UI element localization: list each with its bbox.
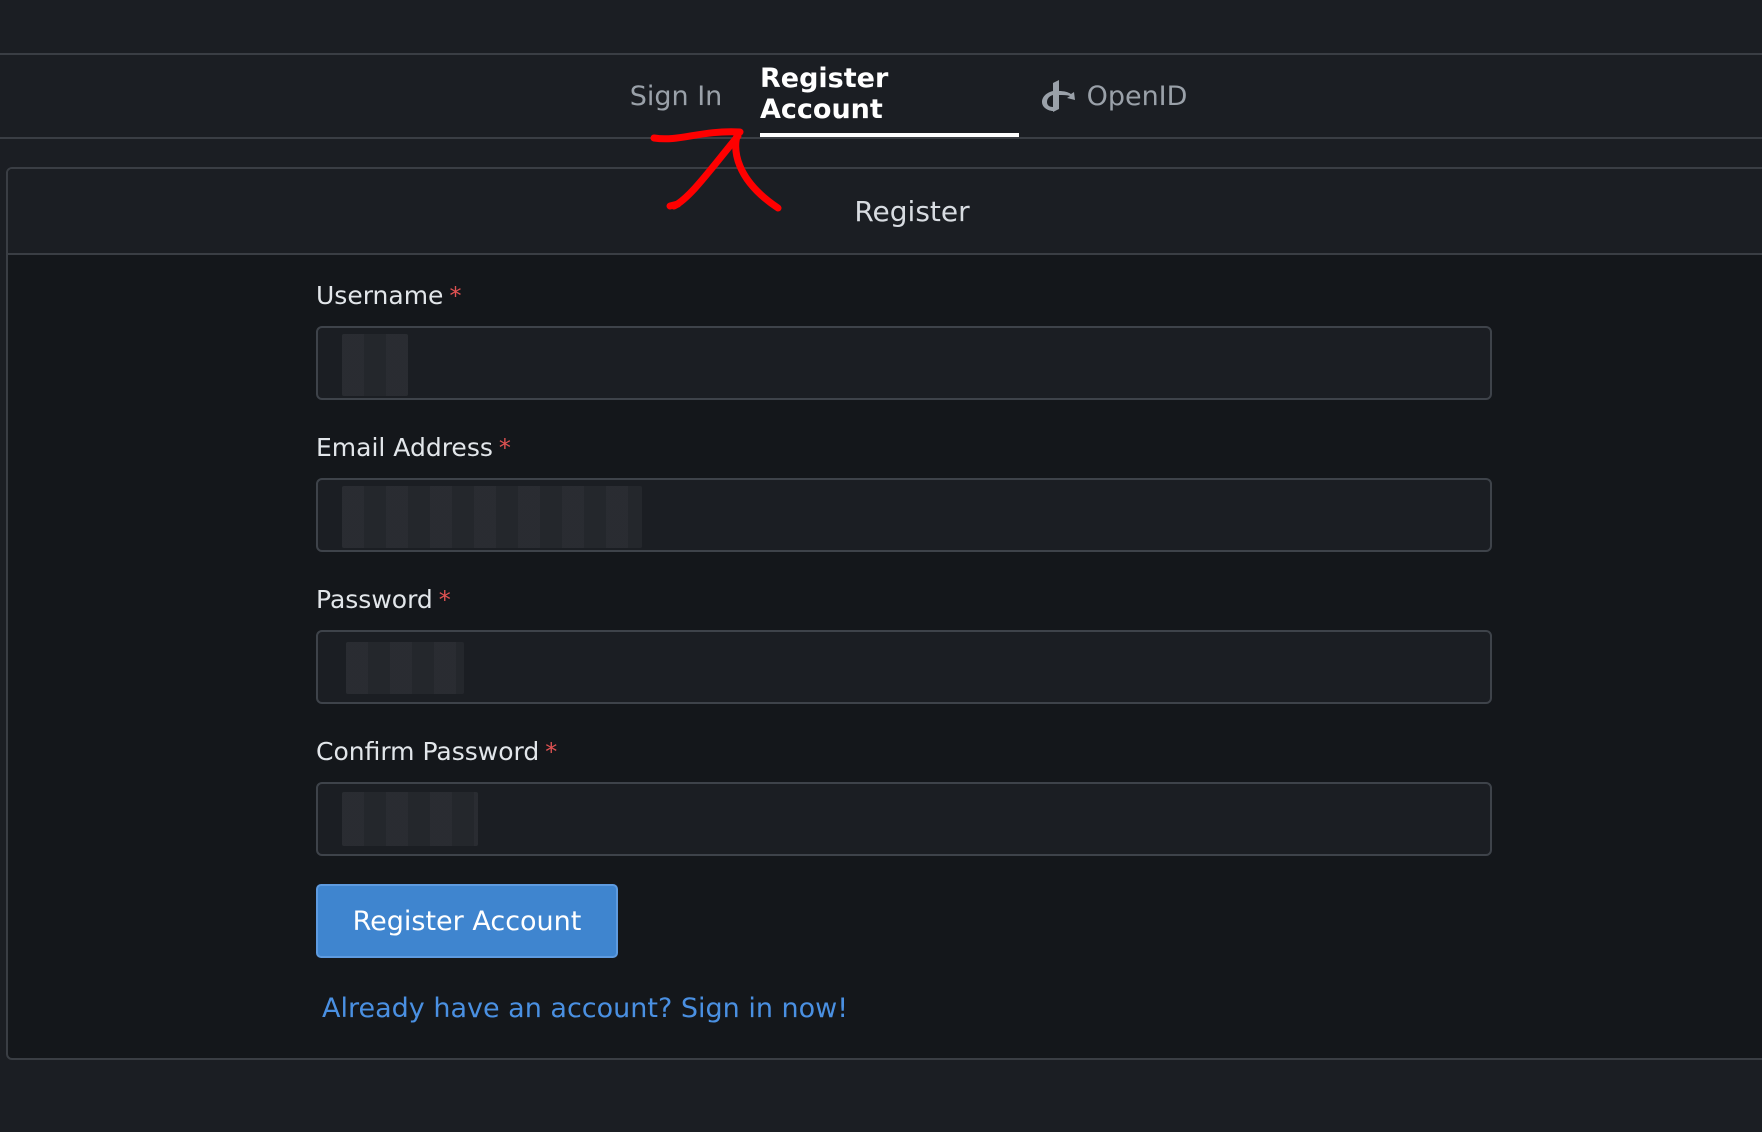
tab-openid-label: OpenID [1086, 80, 1188, 112]
password-group: Password * [316, 584, 1498, 704]
confirm-password-input[interactable] [316, 782, 1492, 856]
email-label: Email Address * [316, 433, 511, 462]
redacted-value [342, 792, 478, 846]
required-marker: * [545, 738, 558, 766]
redacted-value [346, 642, 464, 694]
panel-title: Register [854, 194, 970, 228]
openid-icon [1039, 79, 1077, 113]
tab-sign-in[interactable]: Sign In [622, 55, 730, 137]
register-account-button[interactable]: Register Account [316, 884, 618, 958]
email-input[interactable] [316, 478, 1492, 552]
password-input[interactable] [316, 630, 1492, 704]
username-group: Username * [316, 280, 1498, 400]
redacted-value [342, 334, 408, 396]
confirm-password-label: Confirm Password * [316, 737, 558, 766]
auth-tabs: Sign In Register Account OpenID [0, 55, 1762, 139]
tab-openid[interactable]: OpenID [1037, 55, 1189, 137]
required-marker: * [449, 282, 462, 310]
tab-register-account[interactable]: Register Account [760, 55, 1019, 137]
username-input[interactable] [316, 326, 1492, 400]
password-label: Password * [316, 585, 451, 614]
register-page: Sign In Register Account OpenID Register… [0, 0, 1762, 1132]
username-label: Username * [316, 281, 462, 310]
required-marker: * [438, 586, 451, 614]
top-bar [0, 0, 1762, 55]
tab-register-account-label: Register Account [760, 63, 889, 125]
panel-header: Register [8, 169, 1762, 255]
email-group: Email Address * [316, 432, 1498, 552]
redacted-value [342, 486, 642, 548]
confirm-password-group: Confirm Password * [316, 736, 1498, 856]
sign-in-link[interactable]: Already have an account? Sign in now! [322, 993, 848, 1024]
tab-sign-in-label: Sign In [629, 80, 723, 112]
required-marker: * [498, 434, 511, 462]
